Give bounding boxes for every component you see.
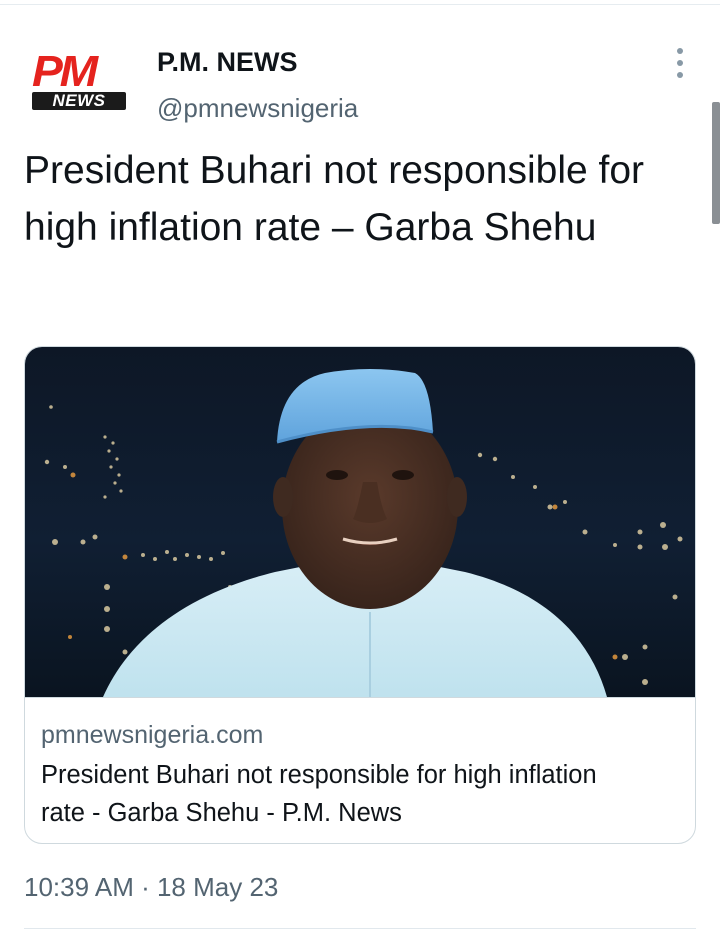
bottom-divider	[24, 928, 696, 929]
tweet-text: President Buhari not responsible for hig…	[24, 149, 645, 249]
avatar[interactable]: PM NEWS	[32, 50, 130, 116]
more-vertical-icon-dot	[677, 60, 683, 66]
top-divider	[0, 4, 720, 5]
more-vertical-icon-dot	[677, 72, 683, 78]
more-vertical-icon-dot	[677, 48, 683, 54]
logo-news-text: NEWS	[32, 92, 126, 110]
link-card[interactable]: pmnewsnigeria.com President Buhari not r…	[24, 346, 696, 844]
card-meta: pmnewsnigeria.com President Buhari not r…	[25, 697, 695, 843]
user-handle[interactable]: @pmnewsnigeria	[157, 92, 358, 124]
card-title: President Buhari not responsible for hig…	[41, 761, 597, 827]
tweet-timestamp[interactable]: 10:39 AM · 18 May 23	[24, 870, 278, 904]
display-name[interactable]: P.M. NEWS	[157, 46, 298, 78]
logo-pm-text: PM	[32, 47, 98, 96]
card-domain: pmnewsnigeria.com	[41, 721, 264, 749]
scrollbar[interactable]	[712, 102, 720, 224]
more-options-button[interactable]	[668, 48, 692, 78]
card-image	[25, 347, 695, 697]
